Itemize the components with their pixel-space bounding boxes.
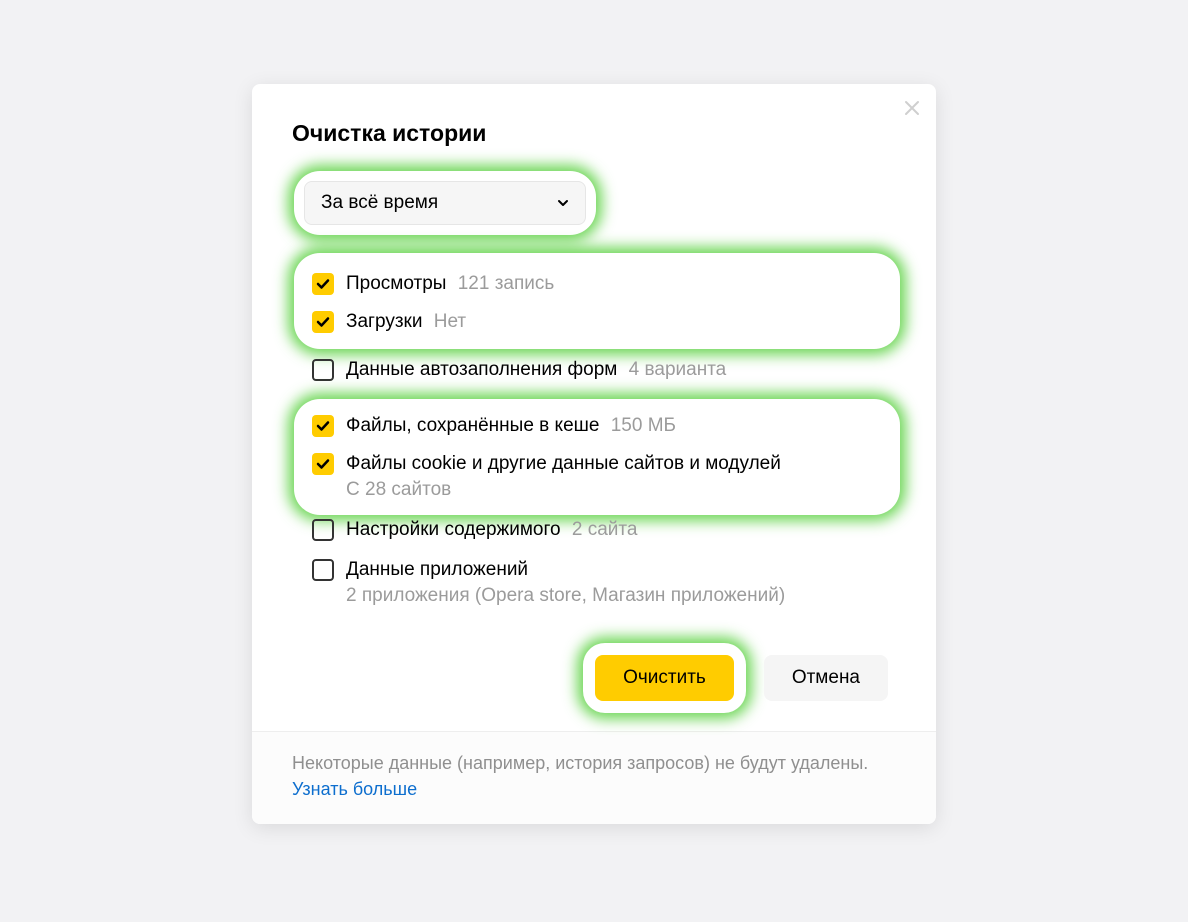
- dialog-title: Очистка истории: [292, 120, 896, 147]
- learn-more-link[interactable]: Узнать больше: [292, 779, 417, 799]
- time-range-select[interactable]: За всё время: [304, 181, 586, 225]
- option-downloads-label: Загрузки: [346, 311, 422, 332]
- checkbox-views[interactable]: [312, 273, 334, 295]
- option-app-data-sub: 2 приложения (Opera store, Магазин прило…: [346, 585, 785, 607]
- option-views-label: Просмотры: [346, 273, 446, 294]
- option-cookies-sub: С 28 сайтов: [346, 479, 781, 501]
- checkbox-cache[interactable]: [312, 415, 334, 437]
- check-icon: [316, 457, 330, 471]
- dialog-body: Очистка истории За всё время: [252, 84, 936, 731]
- close-button[interactable]: [902, 98, 922, 118]
- dialog-footer: Некоторые данные (например, история запр…: [252, 731, 936, 824]
- check-icon: [316, 277, 330, 291]
- option-cookies: Файлы cookie и другие данные сайтов и мо…: [306, 451, 880, 501]
- checkbox-content-settings[interactable]: [312, 519, 334, 541]
- option-content-settings-meta: 2 сайта: [572, 519, 638, 540]
- option-content-settings: Настройки содержимого 2 сайта: [306, 517, 896, 543]
- option-downloads-text: Загрузки Нет: [346, 309, 466, 335]
- option-app-data-text: Данные приложений 2 приложения (Opera st…: [346, 557, 785, 607]
- checkbox-downloads[interactable]: [312, 311, 334, 333]
- option-cache: Файлы, сохранённые в кеше 150 МБ: [306, 413, 880, 439]
- option-downloads-meta: Нет: [434, 311, 466, 332]
- cancel-button[interactable]: Отмена: [764, 655, 888, 701]
- option-autofill-text: Данные автозаполнения форм 4 варианта: [346, 357, 726, 383]
- checkbox-cookies[interactable]: [312, 453, 334, 475]
- clear-history-dialog: Очистка истории За всё время: [252, 84, 936, 824]
- option-content-settings-label: Настройки содержимого: [346, 519, 561, 540]
- option-autofill: Данные автозаполнения форм 4 варианта: [306, 357, 896, 383]
- chevron-down-icon: [557, 197, 569, 209]
- close-icon: [904, 100, 920, 116]
- option-app-data-label: Данные приложений: [346, 559, 528, 580]
- option-downloads: Загрузки Нет: [306, 309, 880, 335]
- option-views-text: Просмотры 121 запись: [346, 271, 554, 297]
- button-row: Очистить Отмена: [292, 649, 896, 707]
- option-cache-label: Файлы, сохранённые в кеше: [346, 415, 599, 436]
- footer-text: Некоторые данные (например, история запр…: [292, 753, 868, 773]
- group-highlight-1: Просмотры 121 запись Загрузки: [300, 259, 894, 343]
- check-icon: [316, 419, 330, 433]
- clear-button[interactable]: Очистить: [595, 655, 734, 701]
- option-views-meta: 121 запись: [458, 273, 555, 294]
- option-cache-meta: 150 МБ: [611, 415, 676, 436]
- option-cookies-label: Файлы cookie и другие данные сайтов и мо…: [346, 453, 781, 474]
- check-icon: [316, 315, 330, 329]
- option-cookies-text: Файлы cookie и другие данные сайтов и мо…: [346, 451, 781, 501]
- option-cache-text: Файлы, сохранённые в кеше 150 МБ: [346, 413, 676, 439]
- time-range-highlight: За всё время: [300, 177, 590, 229]
- options-area: Просмотры 121 запись Загрузки: [300, 259, 896, 607]
- option-content-settings-text: Настройки содержимого 2 сайта: [346, 517, 637, 543]
- option-autofill-meta: 4 варианта: [629, 359, 727, 380]
- time-range-value: За всё время: [321, 192, 438, 214]
- option-autofill-label: Данные автозаполнения форм: [346, 359, 617, 380]
- clear-button-highlight: Очистить: [589, 649, 740, 707]
- checkbox-autofill[interactable]: [312, 359, 334, 381]
- option-views: Просмотры 121 запись: [306, 271, 880, 297]
- checkbox-app-data[interactable]: [312, 559, 334, 581]
- option-app-data: Данные приложений 2 приложения (Opera st…: [306, 557, 896, 607]
- group-highlight-2: Файлы, сохранённые в кеше 150 МБ Файлы c…: [300, 405, 894, 509]
